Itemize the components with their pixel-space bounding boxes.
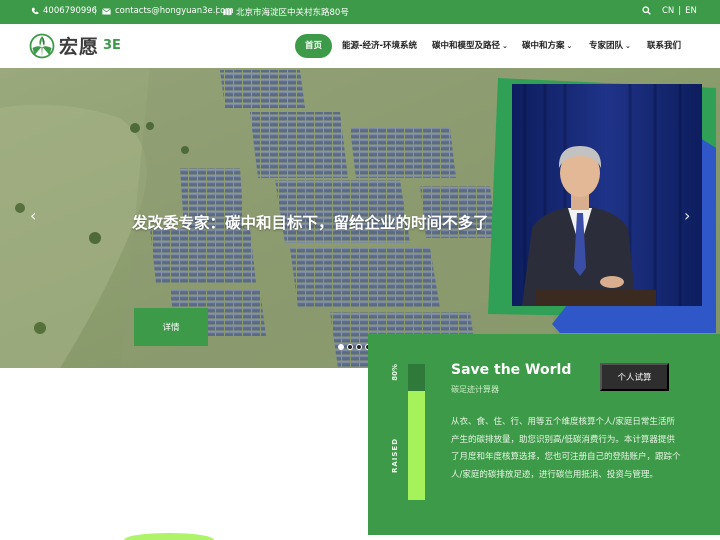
phone-contact[interactable]: 4006790996	[31, 6, 97, 16]
hero-details-button[interactable]: 详情	[134, 308, 208, 346]
slider-dot[interactable]	[347, 344, 353, 350]
chevron-down-icon: ⌄	[625, 42, 631, 50]
nav-item-experts[interactable]: 专家团队 ⌄	[589, 34, 631, 58]
nav-label: 碳中和模型及路径	[432, 41, 501, 51]
address-text: 北京市海淀区中关村东路80号	[236, 8, 349, 18]
personal-calc-button[interactable]: 个人试算	[600, 363, 669, 391]
progress-percent-label: 80%	[391, 364, 399, 381]
slider-next-arrow[interactable]: ›	[684, 206, 690, 225]
nav-item-energy-system[interactable]: 能源-经济-环境系统	[342, 34, 417, 58]
phone-text: 4006790996	[43, 6, 98, 16]
main-navigation: 宏愿 3E 首页 能源-经济-环境系统 碳中和模型及路径 ⌄ 碳中和方案 ⌄ 专…	[0, 24, 720, 68]
hero-headline: 发改委专家：碳中和目标下，留给企业的时间不多了	[132, 214, 489, 232]
nav-item-carbon-model[interactable]: 碳中和模型及路径 ⌄	[432, 34, 508, 58]
divider: |	[94, 6, 97, 16]
nav-label: 首页	[305, 41, 323, 51]
panel-description: 从衣、食、住、行、用等五个维度核算个人/家庭日常生活所产生的碳排放量，助您识别高…	[451, 417, 681, 480]
decorative-shape	[124, 533, 214, 540]
panel-title: Save the World	[451, 362, 572, 378]
progress-caption: RAISED	[391, 438, 399, 474]
slider-prev-arrow[interactable]: ‹	[30, 206, 36, 225]
search-icon	[642, 6, 651, 15]
slider-dot[interactable]	[338, 344, 344, 350]
top-info-bar: 4006790996 | contacts@hongyuan3e.com | 北…	[0, 0, 720, 24]
email-contact[interactable]: contacts@hongyuan3e.com	[102, 6, 234, 16]
panel-subtitle: 碳足迹计算器	[451, 385, 499, 394]
slider-dot[interactable]	[356, 344, 362, 350]
nav-label: 专家团队	[589, 41, 624, 51]
lang-separator: |	[678, 6, 682, 16]
language-switch: CN | EN	[662, 6, 697, 16]
hero-slider: 发改委专家：碳中和目标下，留给企业的时间不多了 详情 ‹ ›	[0, 68, 720, 368]
envelope-icon	[102, 7, 111, 14]
map-icon	[223, 8, 232, 16]
nav-item-home[interactable]: 首页	[295, 34, 333, 58]
address-contact: 北京市海淀区中关村东路80号	[223, 6, 349, 18]
chevron-down-icon: ⌄	[566, 42, 573, 50]
progress-bar-fill	[408, 391, 425, 500]
slider-pagination	[338, 344, 371, 350]
progress-bar	[408, 364, 425, 500]
nav-label: 碳中和方案	[522, 41, 565, 51]
lang-cn[interactable]: CN	[662, 6, 674, 16]
lang-en[interactable]: EN	[685, 6, 697, 16]
divider: |	[215, 6, 218, 16]
nav-item-contact[interactable]: 联系我们	[647, 34, 681, 58]
phone-icon	[31, 7, 39, 15]
nav-menu: 首页 能源-经济-环境系统 碳中和模型及路径 ⌄ 碳中和方案 ⌄ 专家团队 ⌄ …	[0, 34, 720, 58]
nav-label: 联系我们	[647, 41, 682, 51]
nav-item-carbon-plan[interactable]: 碳中和方案 ⌄	[522, 34, 572, 58]
chevron-down-icon: ⌄	[502, 42, 508, 50]
carbon-calculator-panel: 80% RAISED Save the World 碳足迹计算器 个人试算 从衣…	[368, 334, 720, 535]
nav-label: 能源-经济-环境系统	[342, 41, 418, 51]
search-button[interactable]	[642, 6, 651, 15]
